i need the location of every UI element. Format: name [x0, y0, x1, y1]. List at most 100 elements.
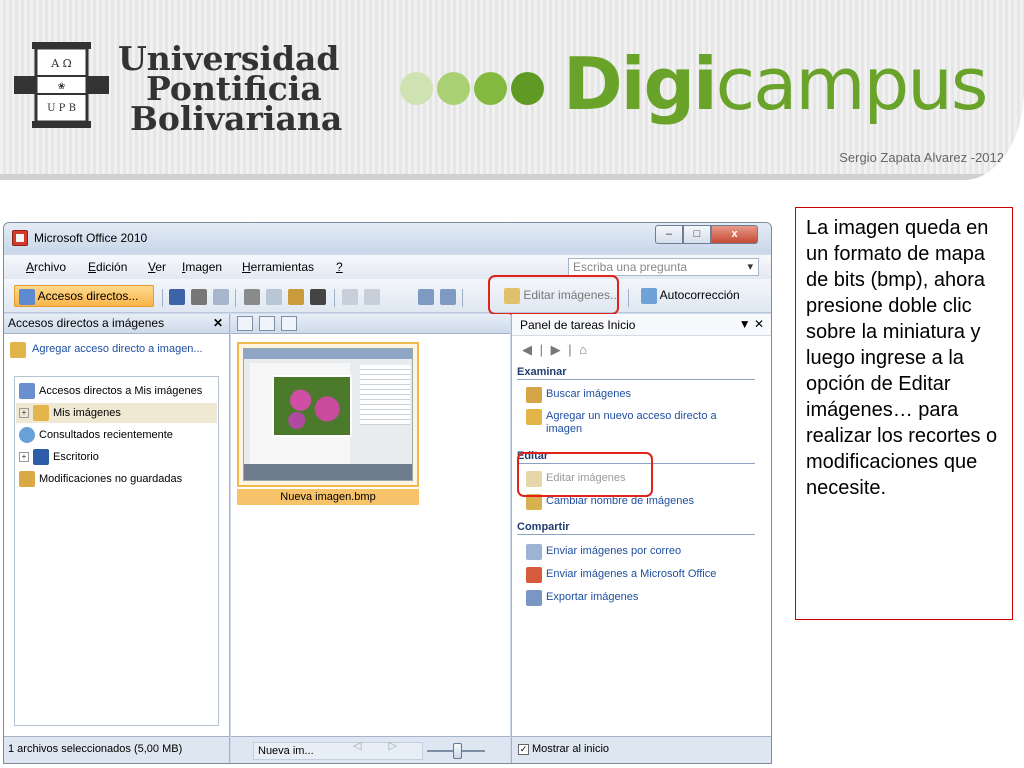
- zoom-slider-thumb[interactable]: [453, 743, 462, 759]
- unsaved-folder-icon: [19, 471, 35, 488]
- slide-banner: Α Ω ❀ U P B Universidad Pontificia Boliv…: [0, 0, 1024, 180]
- tree-item-label: Mis imágenes: [53, 407, 121, 419]
- logo-upb: U P B: [47, 103, 76, 114]
- standard-toolbar: Accesos directos... Editar imágenes... A…: [4, 279, 771, 313]
- selection-status: 1 archivos seleccionados (5,00 MB): [4, 736, 229, 763]
- thumbnail-filename[interactable]: Nueva imagen.bmp: [237, 489, 419, 505]
- thumbnails-view-icon[interactable]: [237, 316, 253, 331]
- menu-help[interactable]: ?: [336, 260, 343, 274]
- export-icon: [526, 590, 542, 606]
- logo-alpha-omega: Α Ω: [50, 57, 72, 70]
- rotate-left-icon[interactable]: [418, 289, 434, 305]
- add-shortcut-link[interactable]: Agregar acceso directo a imagen...: [10, 342, 210, 358]
- center-status-bar: Nueva im... ◁ ▷: [231, 736, 510, 763]
- task-label: Buscar imágenes: [546, 388, 631, 400]
- brand-dot: [474, 71, 507, 105]
- task-pane-header: Panel de tareas Inicio ▼ ✕: [512, 314, 771, 336]
- toolbar-highlight: [488, 275, 619, 315]
- maximize-button[interactable]: □: [683, 225, 711, 244]
- menu-label: rchivo: [34, 260, 67, 274]
- brand-dot: [511, 71, 544, 105]
- tree-item-shortcuts-my-pictures[interactable]: Accesos directos a Mis imágenes: [19, 381, 202, 401]
- tree-item-label: Accesos directos a Mis imágenes: [39, 385, 203, 397]
- redo-icon[interactable]: [364, 289, 380, 305]
- shortcuts-pane-title: Accesos directos a imágenes: [8, 316, 165, 330]
- task-label: Exportar imágenes: [546, 591, 639, 603]
- add-shortcut-label: Agregar acceso directo a imagen...: [32, 343, 203, 355]
- section-compartir: Compartir: [517, 521, 755, 535]
- add-shortcut-icon: [526, 409, 542, 425]
- task-enviar-correo[interactable]: Enviar imágenes por correo: [526, 544, 748, 560]
- autocorrect-button[interactable]: Autocorrección: [637, 285, 757, 307]
- autocorrect-label: Autocorrección: [659, 288, 740, 302]
- copy-icon[interactable]: [266, 289, 282, 305]
- undo-icon[interactable]: [342, 289, 358, 305]
- task-pane-controls[interactable]: ▼ ✕: [739, 317, 764, 331]
- menu-edicion[interactable]: Edición: [88, 260, 127, 274]
- shortcuts-pane-header: Accesos directos a imágenes ✕: [4, 314, 229, 334]
- task-pane-title: Panel de tareas Inicio: [520, 318, 636, 332]
- show-at-start-checkbox[interactable]: ✓: [518, 743, 529, 755]
- menu-ver[interactable]: Ver: [148, 260, 166, 274]
- thumb-flower-photo: [272, 375, 352, 437]
- app-icon[interactable]: [12, 230, 28, 246]
- digi-word: Digi: [563, 42, 718, 126]
- task-exportar[interactable]: Exportar imágenes: [526, 590, 748, 606]
- thumb-sidebar: [360, 365, 410, 425]
- menu-archivo[interactable]: Archivo: [26, 260, 66, 274]
- email-icon[interactable]: [213, 289, 229, 305]
- tree-item-label: Consultados recientemente: [39, 429, 173, 441]
- single-view-icon[interactable]: [281, 316, 297, 331]
- task-enviar-office[interactable]: Enviar imágenes a Microsoft Office: [526, 567, 748, 583]
- menu-imagen[interactable]: Imagen: [182, 260, 222, 274]
- close-pane-icon[interactable]: ✕: [213, 316, 223, 330]
- image-thumbnail[interactable]: [237, 342, 419, 487]
- menu-mnemonic: E: [88, 260, 97, 274]
- paste-icon[interactable]: [288, 289, 304, 305]
- thumb-browser-bar: [244, 349, 412, 359]
- toolbar-separator: [628, 289, 629, 307]
- thumb-taskbar: [244, 464, 412, 480]
- email-icon: [526, 544, 542, 560]
- tree-item-unsaved[interactable]: Modificaciones no guardadas: [19, 469, 182, 489]
- university-name: Universidad Pontificia Bolivariana: [118, 42, 342, 135]
- window-title: Microsoft Office 2010: [34, 231, 148, 245]
- rotate-right-icon[interactable]: [440, 289, 456, 305]
- task-pane-nav[interactable]: ◀ | ▶ | ⌂: [522, 342, 589, 358]
- expand-icon[interactable]: +: [19, 452, 29, 463]
- menu-label: dición: [96, 260, 128, 274]
- toolbar-separator: [462, 289, 463, 307]
- task-label: Enviar imágenes a Microsoft Office: [546, 568, 717, 580]
- menu-label: magen: [185, 260, 223, 274]
- save-icon[interactable]: [169, 289, 185, 305]
- pictures-folder-icon: [33, 405, 49, 422]
- task-pane-footer: ✓ Mostrar al inicio: [512, 736, 771, 763]
- logo-emblem: ❀: [58, 82, 66, 92]
- task-buscar-imagenes[interactable]: Buscar imágenes: [526, 387, 748, 403]
- task-agregar-acceso[interactable]: Agregar un nuevo acceso directo a imagen: [526, 409, 748, 436]
- cut-icon[interactable]: [244, 289, 260, 305]
- edit-images-highlight: [517, 452, 653, 497]
- title-bar[interactable]: Microsoft Office 2010 – □ x: [4, 223, 771, 253]
- section-examinar: Examinar: [517, 366, 755, 380]
- menu-herramientas[interactable]: Herramientas: [242, 260, 314, 274]
- tree-item-my-pictures[interactable]: + Mis imágenes: [16, 403, 217, 423]
- recent-icon: [19, 427, 35, 444]
- thumbnail-preview: [243, 348, 413, 481]
- print-icon[interactable]: [191, 289, 207, 305]
- shortcuts-icon: [19, 288, 35, 305]
- tree-item-desktop[interactable]: + Escritorio: [19, 447, 99, 467]
- folder-tree: Accesos directos a Mis imágenes + Mis imá…: [14, 376, 219, 726]
- campus-word: campus: [715, 42, 989, 126]
- minimize-button[interactable]: –: [655, 225, 683, 244]
- filmstrip-view-icon[interactable]: [259, 316, 275, 331]
- author-credit: Sergio Zapata Alvarez -2012: [839, 150, 1004, 165]
- image-nav-arrows[interactable]: ◁ ▷: [353, 739, 409, 752]
- tree-item-recent[interactable]: Consultados recientemente: [19, 425, 173, 445]
- shortcuts-button[interactable]: Accesos directos...: [14, 285, 154, 307]
- expand-icon[interactable]: +: [19, 408, 29, 419]
- menu-mnemonic: A: [26, 260, 35, 274]
- delete-icon[interactable]: [310, 289, 326, 305]
- ask-question-input[interactable]: Escriba una pregunta: [568, 258, 759, 276]
- close-button[interactable]: x: [711, 225, 758, 244]
